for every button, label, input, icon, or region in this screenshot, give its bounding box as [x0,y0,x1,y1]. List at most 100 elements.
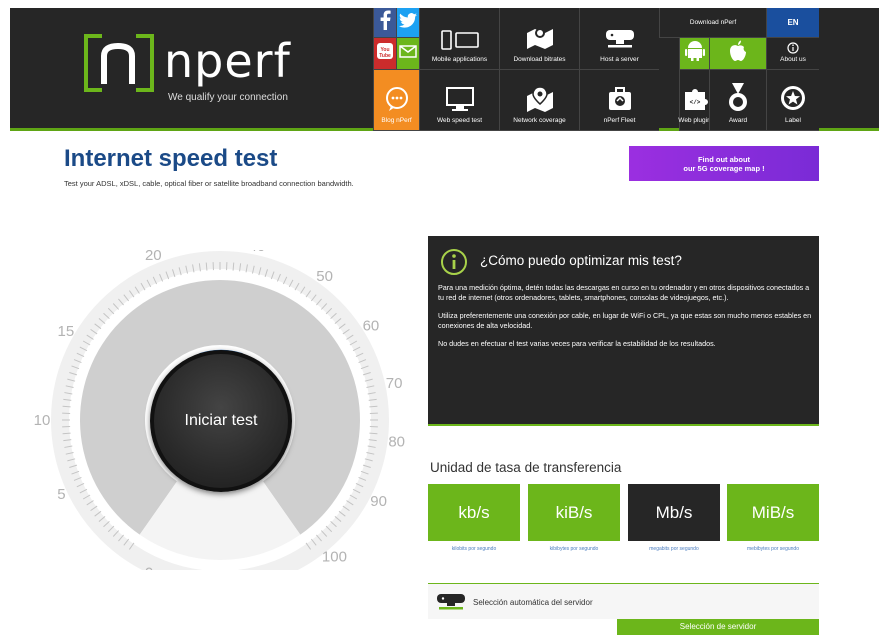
nav-download-bitrates[interactable]: Download bitrates [499,8,579,70]
nav-about-us-label: About us [780,56,806,63]
nav-nperf-fleet[interactable]: nPerf Fleet [579,70,659,131]
nav-label[interactable]: Label [766,70,819,131]
gauge-tick [62,432,71,435]
info-circle-icon [787,42,799,54]
unit-kbps-button[interactable]: kb/s [428,484,520,541]
gauge-scale-label: 20 [145,250,162,264]
unit-kbps-caption: kilobits por segundo [451,546,497,552]
nav-award[interactable]: Award [709,70,766,131]
nav-mobile-apps[interactable]: Mobile applications [419,8,499,70]
gauge-scale-label: 5 [57,486,65,503]
logo-wordmark: nperf [164,34,291,88]
nperf-logo-icon [84,34,154,92]
tips-paragraph-3: No dudes en efectuar el test varias vece… [438,339,716,348]
5g-coverage-promo-button[interactable]: Find out about our 5G coverage map ! [629,146,819,181]
envelope-icon [399,44,417,58]
gauge-scale-label: 70 [386,375,403,392]
page-title: Internet speed test [64,145,278,172]
svg-text:Tube: Tube [379,53,391,59]
nav-network-coverage[interactable]: Network coverage [499,70,579,131]
start-test-button[interactable]: Iniciar test [150,350,292,492]
nav-blog-label: Blog nPerf [381,117,412,124]
info-icon [441,249,467,275]
monitor-icon [445,87,474,111]
medal-icon [729,83,747,111]
gauge-scale-label: 90 [370,493,387,510]
gauge-scale-label: 15 [58,323,75,340]
nav-download-nperf-label: Download nPerf [689,19,737,26]
twitter-button[interactable] [396,8,419,38]
units-title: Unidad de tasa de transferencia [430,460,622,475]
gauge-scale-label: 30 [196,250,213,252]
youtube-button[interactable]: You Tube [373,38,396,70]
nav-host-server[interactable]: Host a server [579,8,659,70]
logo-tagline: We qualify your connection [168,92,288,103]
server-panel: Selección automática del servidor [428,583,819,619]
android-download-button[interactable] [679,38,709,70]
nav-about-us[interactable]: About us [766,38,819,70]
nav-web-plugin[interactable]: </> Web plugin [678,70,711,131]
apple-download-button[interactable] [709,38,766,70]
tips-body: Para una medición óptima, detén todas la… [438,283,813,358]
email-button[interactable] [396,38,419,70]
map-pin-icon [526,86,553,112]
gauge-scale-label: 80 [388,434,405,451]
nav-host-server-label: Host a server [600,56,639,63]
gauge-tick [62,405,71,408]
facebook-button[interactable] [373,8,396,38]
nav-web-plugin-label: Web plugin [678,117,711,124]
nav-blog[interactable]: Blog nPerf [373,70,419,131]
gauge-scale-label: 10 [34,412,51,429]
nav-mobile-apps-label: Mobile applications [431,56,488,63]
devices-icon [440,30,479,50]
gauge-scale-label: 100 [322,548,347,565]
gauge-scale-label: 50 [316,268,333,285]
tips-paragraph-1: Para una medición óptima, detén todas la… [438,283,810,302]
page-subtitle: Test your ADSL, xDSL, cable, optical fib… [64,179,354,188]
nav-network-coverage-label: Network coverage [513,117,566,124]
nperf-logo[interactable]: nperf We qualify your connection [80,26,310,106]
unit-mbps-caption: megabits por segundo [649,546,699,552]
unit-mibps-button[interactable]: MiB/s [727,484,819,541]
gauge-tick [369,432,378,435]
promo-line-1: Find out about [697,154,751,164]
svg-text:</>: </> [689,99,700,106]
server-icon [605,30,634,48]
language-selector[interactable]: EN [766,8,819,38]
unit-mibps-caption: mebibytes por segundo [747,546,799,552]
gauge-scale-label: 0 [145,564,153,570]
twitter-icon [399,12,417,28]
tips-paragraph-2: Utiliza preferentemente una conexión por… [438,311,812,330]
puzzle-icon: </> [684,89,708,110]
youtube-icon: YouTube [377,43,393,59]
map-icon [526,28,553,49]
nav-label-label: Label [785,117,801,124]
facebook-icon [380,10,391,30]
nav-download-bitrates-label: Download bitrates [513,56,566,63]
nav-nperf-fleet-label: nPerf Fleet [603,117,636,124]
nav-web-speed-test[interactable]: Web speed test [419,70,499,131]
star-badge-icon [781,86,805,110]
nav-web-speed-test-label: Web speed test [436,117,483,124]
optimization-tips-panel: ¿Cómo puedo optimizar mis test? Para una… [428,236,819,426]
gauge-tick [232,262,235,271]
server-icon [437,594,465,610]
tips-title: ¿Cómo puedo optimizar mis test? [480,253,682,268]
unit-kibps-button[interactable]: kiB/s [528,484,620,541]
gauge-scale-label: 40 [249,250,266,255]
select-server-button[interactable]: Selección de servidor [617,619,819,635]
gauge-tick [205,262,208,271]
site-header: nperf We qualify your connection You Tube… [10,8,879,131]
chat-bubble-icon [385,87,408,111]
promo-line-2: our 5G coverage map ! [683,163,765,173]
nav-award-label: Award [728,117,748,124]
unit-kibps-caption: kibibytes por segundo [549,546,599,552]
auto-server-label: Selección automática del servidor [473,598,593,607]
apple-icon [730,40,746,61]
unit-mbps-button[interactable]: Mb/s [628,484,720,541]
nav-download-nperf[interactable]: Download nPerf [659,8,766,38]
android-icon [684,41,705,61]
gauge-tick [369,405,378,408]
fleet-briefcase-icon [608,87,631,110]
gauge-scale-label: 60 [363,318,380,335]
